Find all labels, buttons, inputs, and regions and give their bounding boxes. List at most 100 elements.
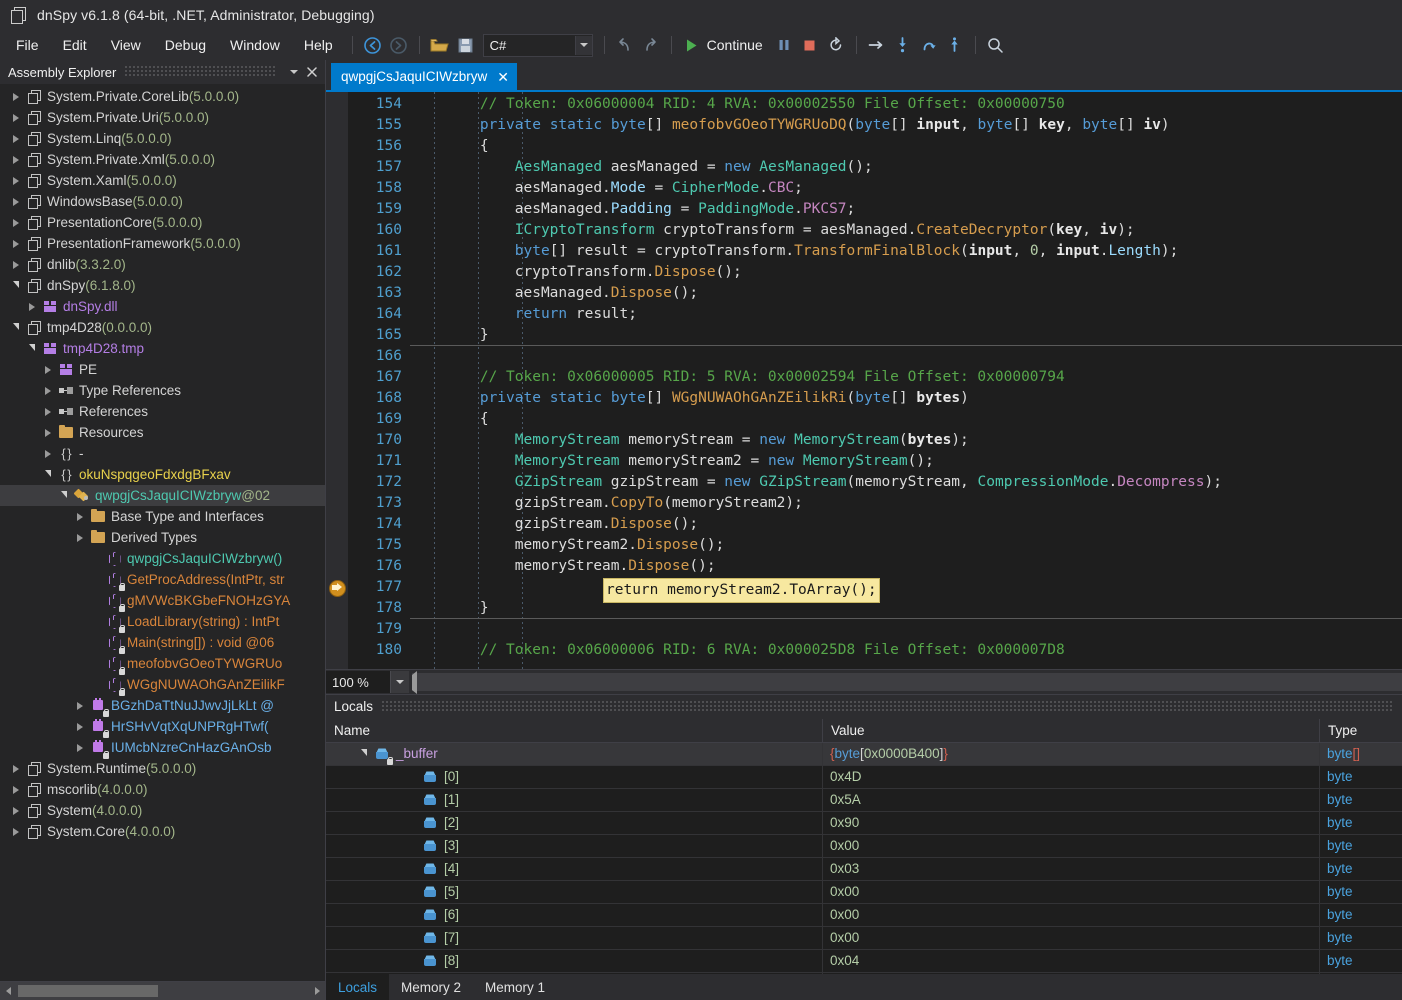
locals-row[interactable]: [3]0x00byte [326, 835, 1402, 858]
tree-node[interactable]: BGzhDaTtNuJJwvJjLkLt @ [0, 695, 325, 716]
tree-node[interactable]: GetProcAddress(IntPtr, str [0, 569, 325, 590]
locals-value-cell[interactable]: 0x03 [823, 858, 1320, 880]
tree-node[interactable]: System.Private.Xml (5.0.0.0) [0, 149, 325, 170]
chevron-right-icon[interactable] [40, 401, 56, 422]
locals-value-cell[interactable]: 0x00 [823, 835, 1320, 857]
locals-row[interactable]: [0]0x4Dbyte [326, 766, 1402, 789]
tree-node[interactable]: System (4.0.0.0) [0, 800, 325, 821]
chevron-down-icon[interactable] [40, 464, 56, 485]
locals-value-cell[interactable]: 0x5A [823, 789, 1320, 811]
locals-row[interactable]: [7]0x00byte [326, 927, 1402, 950]
chevron-right-icon[interactable] [24, 296, 40, 317]
locals-row[interactable]: [2]0x90byte [326, 812, 1402, 835]
column-header-value[interactable]: Value [823, 719, 1320, 742]
chevron-right-icon[interactable] [8, 86, 24, 107]
menu-edit[interactable]: Edit [51, 32, 99, 58]
locals-value-cell[interactable]: 0x04 [823, 950, 1320, 972]
locals-grid[interactable]: Name Value Type _buffer{byte[0x0000B400]… [326, 719, 1402, 974]
tree-node[interactable]: tmp4D28 (0.0.0.0) [0, 317, 325, 338]
locals-name-cell[interactable]: [3] [326, 835, 823, 857]
column-header-type[interactable]: Type [1320, 719, 1402, 742]
step-into-icon[interactable] [890, 33, 916, 57]
chevron-right-icon[interactable] [8, 821, 24, 842]
tab-qwpgjCsJaquICIWzbryw[interactable]: qwpgjCsJaquICIWzbryw ✕ [331, 63, 517, 90]
code-editor[interactable]: 154 // Token: 0x06000004 RID: 4 RVA: 0x0… [326, 92, 1402, 669]
editor-horizontal-scrollbar[interactable] [412, 673, 1402, 691]
stop-icon[interactable] [797, 33, 823, 57]
tree-node[interactable]: PresentationFramework (5.0.0.0) [0, 233, 325, 254]
menu-window[interactable]: Window [218, 32, 292, 58]
chevron-right-icon[interactable] [40, 359, 56, 380]
locals-tab-memory-1[interactable]: Memory 1 [473, 974, 557, 1000]
code-text[interactable]: 154 // Token: 0x06000004 RID: 4 RVA: 0x0… [348, 92, 1402, 669]
column-header-name[interactable]: Name [326, 719, 823, 742]
step-out-icon[interactable] [942, 33, 968, 57]
tree-node[interactable]: System.Linq (5.0.0.0) [0, 128, 325, 149]
chevron-down-icon[interactable] [24, 338, 40, 359]
chevron-right-icon[interactable] [8, 107, 24, 128]
chevron-right-icon[interactable] [8, 800, 24, 821]
menu-view[interactable]: View [99, 32, 153, 58]
chevron-right-icon[interactable] [72, 716, 88, 737]
chevron-right-icon[interactable] [8, 128, 24, 149]
tree-node[interactable]: dnlib (3.3.2.0) [0, 254, 325, 275]
tree-node[interactable]: { }okuNspqgeoFdxdgBFxav [0, 464, 325, 485]
glyph-margin[interactable] [326, 92, 348, 669]
locals-row[interactable]: _buffer{byte[0x0000B400]}byte[] [326, 743, 1402, 766]
chevron-right-icon[interactable] [72, 737, 88, 758]
chevron-right-icon[interactable] [8, 170, 24, 191]
tree-node[interactable]: System.Private.Uri (5.0.0.0) [0, 107, 325, 128]
tree-node[interactable]: IUMcbNzreCnHazGAnOsb [0, 737, 325, 758]
chevron-right-icon[interactable] [72, 527, 88, 548]
chevron-right-icon[interactable] [8, 779, 24, 800]
tree-node[interactable]: WindowsBase (5.0.0.0) [0, 191, 325, 212]
chevron-right-icon[interactable] [40, 443, 56, 464]
close-icon[interactable]: ✕ [497, 70, 509, 84]
locals-name-cell[interactable]: [4] [326, 858, 823, 880]
close-icon[interactable] [303, 63, 321, 81]
explorer-horizontal-scrollbar[interactable] [0, 981, 325, 1000]
chevron-down-icon[interactable] [285, 63, 303, 81]
chevron-right-icon[interactable] [8, 758, 24, 779]
locals-row[interactable]: [8]0x04byte [326, 950, 1402, 973]
locals-name-cell[interactable]: [5] [326, 881, 823, 903]
tree-node[interactable]: meofobvGOeoTYWGRUo [0, 653, 325, 674]
zoom-level[interactable]: 100 % [326, 671, 390, 693]
tree-node[interactable]: mscorlib (4.0.0.0) [0, 779, 325, 800]
tree-node[interactable]: HrSHvVqtXqUNPRgHTwf( [0, 716, 325, 737]
chevron-right-icon[interactable] [8, 233, 24, 254]
chevron-down-icon[interactable] [56, 485, 72, 506]
tree-node[interactable]: Type References [0, 380, 325, 401]
tree-node[interactable]: System.Private.CoreLib (5.0.0.0) [0, 86, 325, 107]
current-statement-arrow-icon[interactable] [329, 580, 345, 596]
chevron-right-icon[interactable] [8, 212, 24, 233]
tree-node[interactable]: Derived Types [0, 527, 325, 548]
locals-value-cell[interactable]: 0x00 [823, 881, 1320, 903]
chevron-right-icon[interactable] [8, 254, 24, 275]
locals-name-cell[interactable]: [7] [326, 927, 823, 949]
tree-node[interactable]: dnSpy.dll [0, 296, 325, 317]
menu-help[interactable]: Help [292, 32, 345, 58]
locals-tab-memory-2[interactable]: Memory 2 [389, 974, 473, 1000]
locals-value-cell[interactable]: 0x00 [823, 927, 1320, 949]
tree-node[interactable]: PE [0, 359, 325, 380]
locals-value-cell[interactable]: 0x4D [823, 766, 1320, 788]
chevron-down-icon[interactable] [390, 671, 409, 693]
menu-debug[interactable]: Debug [153, 32, 218, 58]
locals-value-cell[interactable]: 0x90 [823, 812, 1320, 834]
forward-arrow-icon[interactable] [386, 33, 412, 57]
chevron-right-icon[interactable] [72, 506, 88, 527]
tree-node[interactable]: Base Type and Interfaces [0, 506, 325, 527]
undo-icon[interactable] [612, 33, 638, 57]
tree-node[interactable]: Resources [0, 422, 325, 443]
tree-node[interactable]: Main(string[]) : void @06 [0, 632, 325, 653]
restart-icon[interactable] [823, 33, 849, 57]
locals-tab-locals[interactable]: Locals [326, 974, 389, 1000]
locals-name-cell[interactable]: [2] [326, 812, 823, 834]
back-arrow-icon[interactable] [360, 33, 386, 57]
assembly-tree[interactable]: System.Private.CoreLib (5.0.0.0)System.P… [0, 84, 325, 981]
continue-button[interactable]: Continue [679, 33, 771, 57]
step-arc-icon[interactable] [916, 33, 942, 57]
language-combo[interactable]: C# [483, 34, 593, 57]
chevron-right-icon[interactable] [8, 191, 24, 212]
